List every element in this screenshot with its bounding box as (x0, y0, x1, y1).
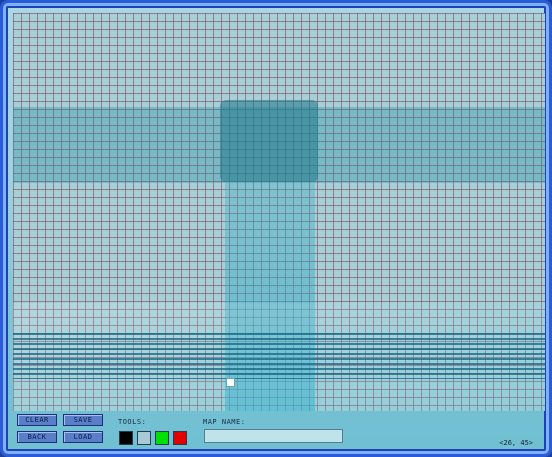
load-button[interactable]: LOAD (63, 431, 103, 443)
map-grid[interactable] (13, 13, 545, 411)
map-name-input[interactable] (204, 429, 343, 443)
back-button[interactable]: BACK (17, 431, 57, 443)
red-tile-swatch[interactable] (173, 431, 187, 445)
editor-window: CLEAR SAVE BACK LOAD TOOLS: MAP NAME: <2… (0, 0, 552, 457)
map-name-label: MAP NAME: (203, 418, 246, 426)
cursor-coordinates: <26, 45> (499, 439, 533, 447)
tile-cursor (226, 378, 235, 387)
black-tile-swatch[interactable] (119, 431, 133, 445)
clear-button[interactable]: CLEAR (17, 414, 57, 426)
room-block (220, 100, 318, 182)
striped-floor (13, 333, 545, 379)
tools-label: TOOLS: (118, 418, 147, 426)
floor-tile-swatch[interactable] (137, 431, 151, 445)
green-tile-swatch[interactable] (155, 431, 169, 445)
save-button[interactable]: SAVE (63, 414, 103, 426)
